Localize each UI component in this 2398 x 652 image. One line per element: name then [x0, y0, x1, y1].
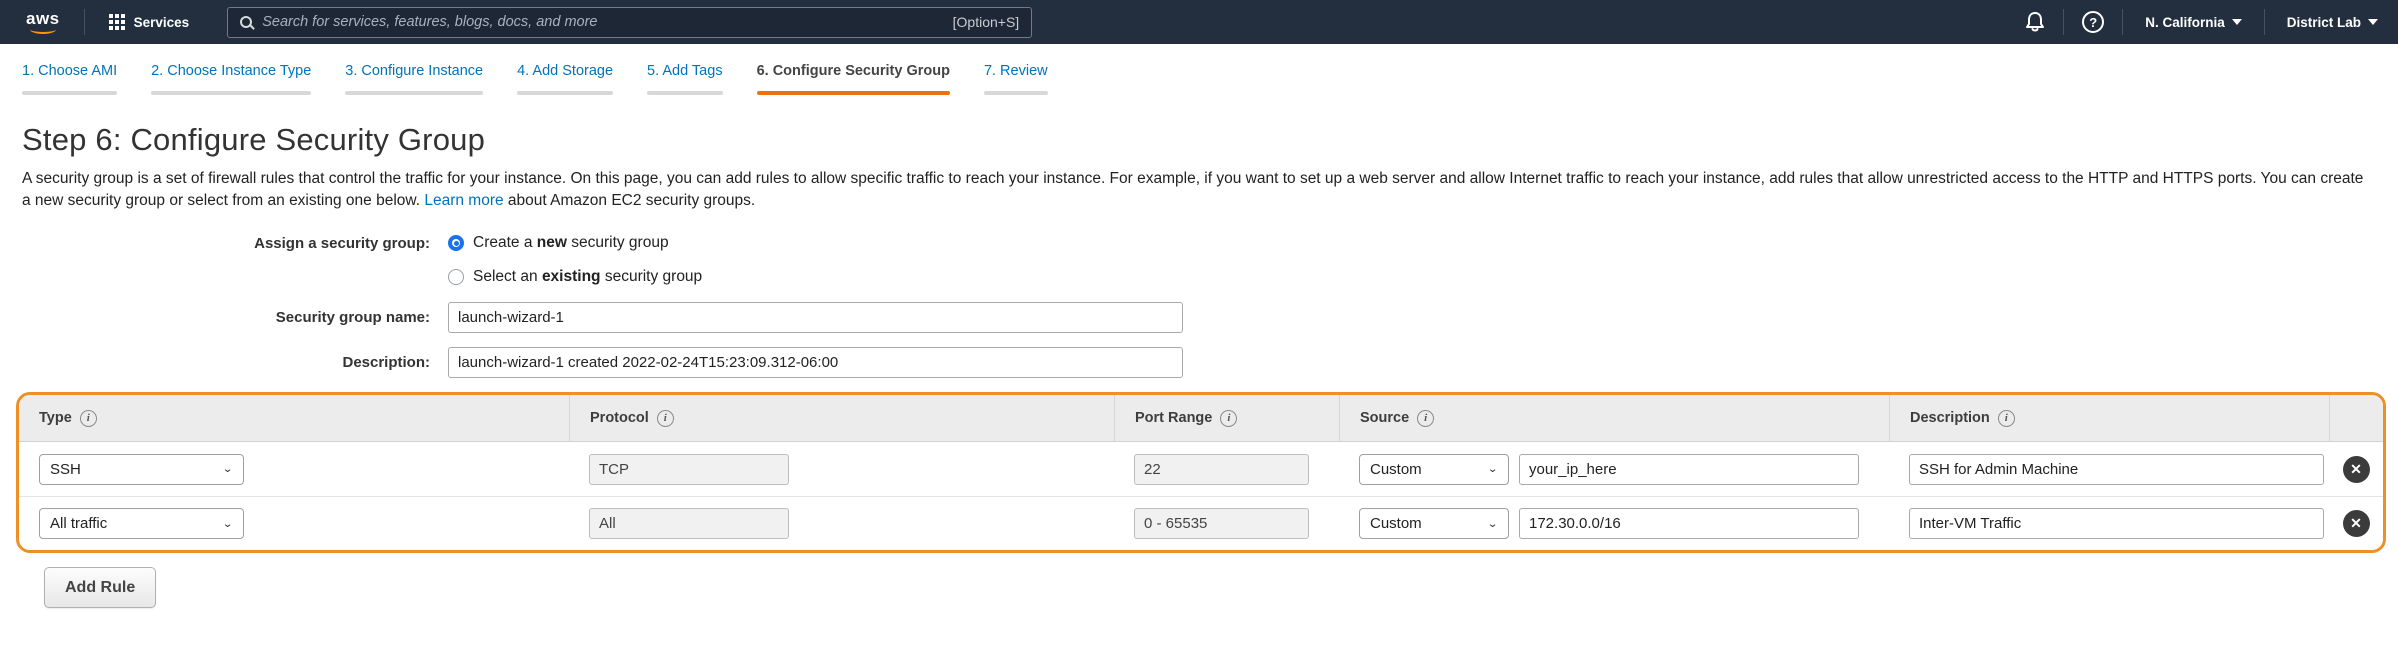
- aws-logo[interactable]: aws: [16, 7, 70, 38]
- nav-divider: [2122, 9, 2123, 35]
- search-placeholder: Search for services, features, blogs, do…: [262, 14, 942, 30]
- chevron-down-icon: ⌄: [222, 517, 233, 530]
- radio-create-new-security-group[interactable]: [448, 235, 464, 251]
- tab-configure-instance[interactable]: 3. Configure Instance: [345, 63, 483, 95]
- radio-create-new-label[interactable]: Create a new security group: [473, 234, 669, 252]
- global-search-input[interactable]: Search for services, features, blogs, do…: [227, 7, 1032, 38]
- aws-logo-text: aws: [26, 11, 60, 26]
- page-title: Step 6: Configure Security Group: [22, 122, 2376, 158]
- main-content: Step 6: Configure Security Group A secur…: [0, 108, 2398, 608]
- header-description: Description i: [1889, 395, 2329, 441]
- search-shortcut-hint: [Option+S]: [953, 14, 1020, 30]
- source-mode-select[interactable]: Custom ⌄: [1359, 508, 1509, 539]
- security-group-name-input[interactable]: [448, 302, 1183, 333]
- tab-choose-instance-type[interactable]: 2. Choose Instance Type: [151, 63, 311, 95]
- chevron-down-icon: [2368, 19, 2378, 25]
- services-menu-button[interactable]: Services: [99, 8, 200, 36]
- tab-configure-security-group[interactable]: 6. Configure Security Group: [757, 63, 950, 95]
- source-value-input[interactable]: [1519, 508, 1859, 539]
- protocol-readonly-field: All: [589, 508, 789, 539]
- notifications-bell-icon[interactable]: [2025, 11, 2045, 33]
- chevron-down-icon: ⌄: [1487, 517, 1498, 530]
- security-group-description-input[interactable]: [448, 347, 1183, 378]
- top-navbar: aws Services Search for services, featur…: [0, 0, 2398, 44]
- nav-divider: [2264, 9, 2265, 35]
- close-icon: ✕: [2350, 515, 2362, 532]
- info-icon[interactable]: i: [1417, 410, 1434, 427]
- region-label: N. California: [2145, 15, 2225, 30]
- tab-add-storage[interactable]: 4. Add Storage: [517, 63, 613, 95]
- chevron-down-icon: ⌄: [1487, 463, 1498, 476]
- type-select[interactable]: SSH ⌄: [39, 454, 244, 485]
- radio-select-existing-label[interactable]: Select an existing security group: [473, 268, 702, 286]
- aws-smile-icon: [30, 25, 56, 34]
- port-range-readonly-field: 0 - 65535: [1134, 508, 1309, 539]
- delete-rule-button[interactable]: ✕: [2343, 456, 2370, 483]
- learn-more-link[interactable]: Learn more: [424, 192, 503, 209]
- source-value-input[interactable]: [1519, 454, 1859, 485]
- page-description: A security group is a set of firewall ru…: [22, 168, 2376, 212]
- chevron-down-icon: [2232, 19, 2242, 25]
- header-protocol: Protocol i: [569, 395, 1114, 441]
- info-icon[interactable]: i: [1998, 410, 2015, 427]
- rule-description-input[interactable]: [1909, 508, 2324, 539]
- tab-add-tags[interactable]: 5. Add Tags: [647, 63, 723, 95]
- nav-divider: [84, 9, 85, 35]
- delete-rule-button[interactable]: ✕: [2343, 510, 2370, 537]
- assign-security-group-label: Assign a security group:: [22, 235, 430, 252]
- radio-select-existing-security-group[interactable]: [448, 269, 464, 285]
- info-icon[interactable]: i: [657, 410, 674, 427]
- nav-divider: [2063, 9, 2064, 35]
- info-icon[interactable]: i: [1220, 410, 1237, 427]
- rules-table-header: Type i Protocol i Port Range i Source i …: [19, 395, 2383, 442]
- protocol-readonly-field: TCP: [589, 454, 789, 485]
- description-label: Description:: [22, 354, 430, 371]
- rule-row-all-traffic: All traffic ⌄ All 0 - 65535 Custom ⌄: [19, 496, 2383, 550]
- security-group-name-label: Security group name:: [22, 309, 430, 326]
- security-rules-table: Type i Protocol i Port Range i Source i …: [16, 392, 2386, 553]
- header-type: Type i: [19, 395, 569, 441]
- tab-review[interactable]: 7. Review: [984, 63, 1048, 95]
- services-grid-icon: [109, 14, 125, 30]
- region-selector[interactable]: N. California: [2141, 9, 2246, 36]
- tab-choose-ami[interactable]: 1. Choose AMI: [22, 63, 117, 95]
- type-select[interactable]: All traffic ⌄: [39, 508, 244, 539]
- account-label: District Lab: [2287, 15, 2361, 30]
- header-port-range: Port Range i: [1114, 395, 1339, 441]
- help-icon[interactable]: ?: [2082, 11, 2104, 33]
- chevron-down-icon: ⌄: [222, 463, 233, 476]
- info-icon[interactable]: i: [80, 410, 97, 427]
- close-icon: ✕: [2350, 461, 2362, 478]
- rule-row-ssh: SSH ⌄ TCP 22 Custom ⌄ ✕: [19, 442, 2383, 496]
- port-range-readonly-field: 22: [1134, 454, 1309, 485]
- security-group-form: Assign a security group: Create a new se…: [22, 234, 2376, 378]
- wizard-step-tabs: 1. Choose AMI 2. Choose Instance Type 3.…: [0, 44, 2398, 108]
- account-menu[interactable]: District Lab: [2283, 9, 2382, 36]
- source-mode-select[interactable]: Custom ⌄: [1359, 454, 1509, 485]
- search-icon: [240, 16, 252, 28]
- services-label: Services: [134, 15, 190, 30]
- add-rule-button[interactable]: Add Rule: [44, 567, 156, 608]
- rule-description-input[interactable]: [1909, 454, 2324, 485]
- header-source: Source i: [1339, 395, 1889, 441]
